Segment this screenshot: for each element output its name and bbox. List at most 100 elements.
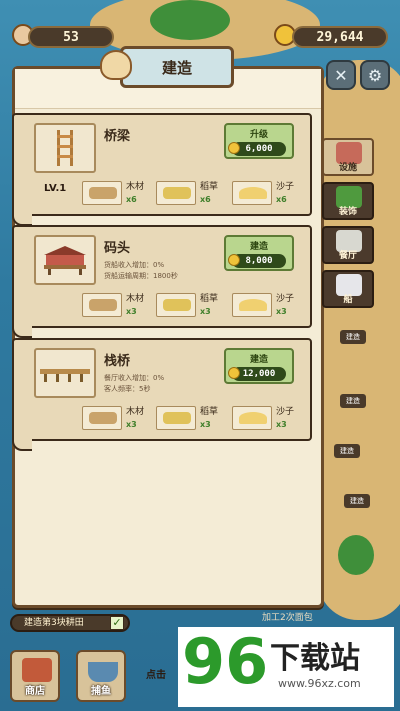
shop-label: 商店: [25, 686, 45, 697]
tab-restaurant[interactable]: 餐厅: [322, 226, 374, 264]
map-icon: ✕: [334, 65, 348, 85]
material-name: 木材: [126, 182, 145, 192]
map-build-marker[interactable]: 建造: [344, 494, 370, 508]
watermark-number: 96: [182, 625, 269, 698]
material-qty: x6: [126, 195, 137, 204]
material-name: 稻草: [200, 182, 219, 192]
shop-button[interactable]: 商店: [10, 650, 60, 702]
shell-badge-icon: [100, 50, 132, 80]
material-qty: x3: [200, 307, 211, 316]
sand-pile-icon: [239, 299, 267, 311]
task-text: 建造第3块耕田: [24, 618, 84, 628]
action-label: 升级: [249, 130, 268, 140]
gold-coin-icon: [228, 142, 240, 154]
gear-icon: ⚙: [367, 65, 383, 85]
material-qty: x6: [276, 195, 287, 204]
sand-pile-icon: [239, 412, 267, 424]
build-card-bridge: 桥梁 LV.1 升级 6,000 木材 x6 稻草 x6 沙子 x6: [12, 113, 312, 226]
watermark-url: www.96xz.com: [278, 677, 361, 690]
map-button[interactable]: ✕: [326, 60, 356, 90]
material-qty: x3: [126, 420, 137, 429]
panel-title: 建造: [120, 46, 234, 88]
material-qty: x3: [276, 307, 287, 316]
material-qty: x3: [200, 420, 211, 429]
shell-counter: 53: [28, 26, 114, 48]
build-button[interactable]: 建造 8,000: [224, 235, 294, 271]
material-wood-slot: [82, 406, 122, 430]
action-label: 建造: [249, 242, 268, 252]
wood-log-icon: [89, 412, 117, 424]
wood-log-icon: [89, 299, 117, 311]
material-sand-slot: [232, 293, 272, 317]
watermark-logo: 96 下载站 www.96xz.com: [178, 627, 394, 707]
action-label: 建造: [249, 355, 268, 365]
building-desc-line: 餐厅收入增加：0%: [104, 374, 165, 382]
material-qty: x3: [126, 307, 137, 316]
tab-facilities[interactable]: 设施: [322, 138, 374, 176]
tab-label: 设施: [338, 163, 357, 173]
tab-label: 船: [343, 295, 353, 305]
building-desc-line: 货船收入增加：0%: [104, 261, 165, 269]
tab-ships[interactable]: 船: [322, 270, 374, 308]
build-card-pier: 码头 货船收入增加：0% 货船运输周期：1800秒 建造 8,000 木材 x3…: [12, 225, 312, 338]
material-name: 沙子: [276, 294, 295, 304]
straw-bundle-icon: [163, 187, 191, 199]
build-card-jetty: 栈桥 餐厅收入增加：0% 客人频率：5秒 建造 12,000 木材 x3 稻草 …: [12, 338, 312, 451]
wood-log-icon: [89, 187, 117, 199]
building-name: 桥梁: [104, 129, 131, 144]
pier-thumbnail: [34, 235, 96, 285]
tab-label: 装饰: [338, 207, 357, 217]
building-desc-line: 客人频率：5秒: [104, 385, 151, 393]
ladder-icon: [57, 130, 73, 166]
material-straw-slot: [156, 181, 196, 205]
material-name: 稻草: [200, 294, 219, 304]
pier-house-icon: [44, 246, 86, 275]
tap-hint: 点击: [146, 670, 166, 681]
material-name: 稻草: [200, 407, 219, 417]
task-hint-right: 加工2次面包: [262, 613, 313, 623]
cost-value: 6,000: [232, 142, 286, 156]
material-qty: x3: [276, 420, 287, 429]
background-palms-top: [150, 0, 230, 40]
tab-decorations[interactable]: 装饰: [322, 182, 374, 220]
material-qty: x6: [200, 195, 211, 204]
building-desc-line: 货船运输周期：1800秒: [104, 272, 178, 280]
cost-value: 12,000: [232, 367, 286, 381]
fishing-boat-icon: [88, 662, 118, 682]
watermark-text: 下载站: [270, 641, 360, 676]
map-build-marker[interactable]: 建造: [340, 330, 366, 344]
task-complete-checkbox: ✓: [110, 616, 124, 630]
settings-button[interactable]: ⚙: [360, 60, 390, 90]
building-name: 码头: [104, 241, 131, 256]
jetty-thumbnail: [34, 348, 96, 398]
material-wood-slot: [82, 181, 122, 205]
bridge-thumbnail: [34, 123, 96, 173]
build-button[interactable]: 建造 12,000: [224, 348, 294, 384]
gold-coin-icon: [228, 254, 240, 266]
coin-counter: 29,644: [292, 26, 388, 48]
material-straw-slot: [156, 293, 196, 317]
material-name: 沙子: [276, 182, 295, 192]
jetty-icon: [40, 369, 90, 382]
material-name: 木材: [126, 294, 145, 304]
straw-bundle-icon: [163, 299, 191, 311]
map-build-marker[interactable]: 建造: [340, 394, 366, 408]
fishing-button[interactable]: 捕鱼: [76, 650, 126, 702]
material-wood-slot: [82, 293, 122, 317]
shop-stall-icon: [22, 658, 52, 682]
material-straw-slot: [156, 406, 196, 430]
material-sand-slot: [232, 181, 272, 205]
level-label: LV.1: [44, 183, 67, 194]
tab-label: 餐厅: [338, 251, 357, 261]
cost-value: 8,000: [232, 254, 286, 268]
material-name: 沙子: [276, 407, 295, 417]
material-sand-slot: [232, 406, 272, 430]
sand-pile-icon: [239, 187, 267, 199]
background-tree-right: [338, 535, 374, 575]
upgrade-button[interactable]: 升级 6,000: [224, 123, 294, 159]
building-name: 栈桥: [104, 354, 131, 369]
material-name: 木材: [126, 407, 145, 417]
gold-coin-icon: [228, 367, 240, 379]
fishing-label: 捕鱼: [91, 686, 111, 697]
map-build-marker[interactable]: 建造: [334, 444, 360, 458]
